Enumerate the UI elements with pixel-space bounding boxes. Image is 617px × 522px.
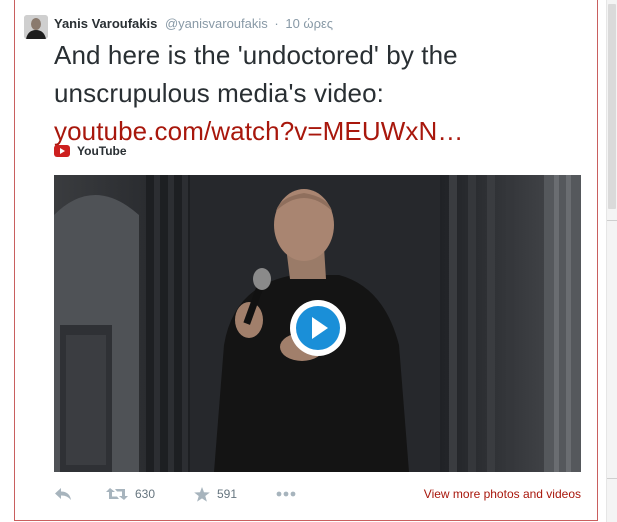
author-handle[interactable]: @yanisvaroufakis — [165, 16, 268, 31]
retweet-icon — [106, 488, 128, 500]
tweet-timestamp[interactable]: 10 ώρες — [285, 16, 333, 31]
scrollbar-divider — [607, 220, 617, 221]
card-source-label: YouTube — [77, 144, 127, 158]
author-name[interactable]: Yanis Varoufakis — [54, 16, 157, 31]
scrollbar-divider — [607, 478, 617, 479]
favorite-icon — [194, 486, 210, 502]
avatar[interactable] — [24, 15, 48, 39]
favorite-count: 591 — [217, 487, 238, 501]
favorite-button[interactable]: 591 — [194, 484, 237, 504]
play-button[interactable] — [288, 298, 348, 358]
page-scrollbar[interactable] — [606, 0, 617, 522]
retweet-button[interactable]: 630 — [106, 484, 155, 504]
view-more-media-link[interactable]: View more photos and videos — [424, 484, 581, 504]
tweet-link[interactable]: youtube.com/watch?v=MEUWxN… — [54, 116, 463, 146]
youtube-icon — [54, 143, 70, 159]
tweet-text: And here is the 'undoctored' by the unsc… — [54, 36, 574, 150]
tweet-body: And here is the 'undoctored' by the unsc… — [54, 40, 458, 108]
card-source[interactable]: YouTube — [54, 143, 127, 159]
retweet-count: 630 — [135, 487, 156, 501]
more-icon — [276, 491, 296, 497]
reply-button[interactable] — [54, 484, 72, 504]
scrollbar-thumb[interactable] — [608, 4, 616, 209]
tweet-actions: 630 591 View more photos and videos — [54, 484, 581, 504]
tweet-header: Yanis Varoufakis @yanisvaroufakis · 10 ώ… — [54, 16, 333, 34]
more-button[interactable] — [276, 484, 296, 504]
play-icon — [290, 300, 346, 356]
reply-icon — [55, 488, 71, 500]
header-separator: · — [274, 16, 279, 31]
